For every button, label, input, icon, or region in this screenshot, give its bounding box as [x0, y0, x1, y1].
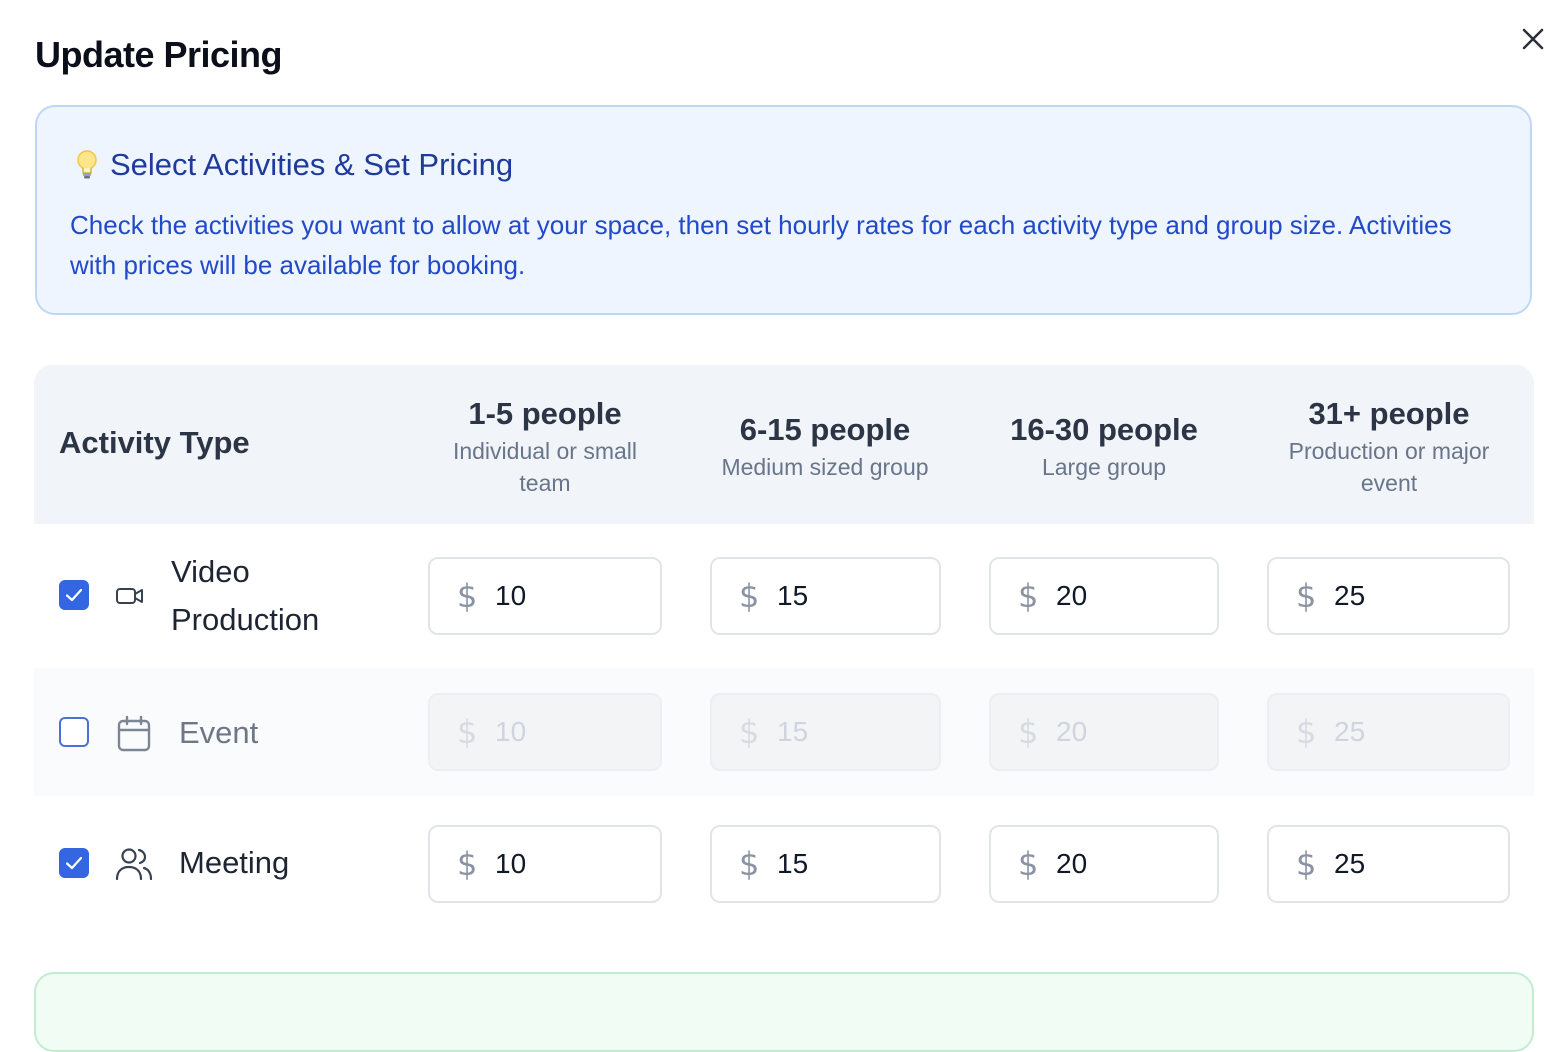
checkmark-icon: [65, 856, 83, 870]
info-callout-title: Select Activities & Set Pricing: [110, 147, 514, 182]
pricing-table: Activity Type 1-5 people Individual or s…: [34, 365, 1534, 926]
dollar-icon: $: [457, 713, 478, 751]
lightbulb-icon: [70, 148, 104, 182]
dialog-title: Update Pricing: [35, 34, 283, 75]
dollar-icon: $: [739, 713, 760, 751]
activity-label: Event: [179, 715, 259, 750]
price-value: 15: [777, 716, 809, 747]
column-header-label: 1-5 people: [468, 396, 622, 431]
price-value: 10: [495, 848, 527, 879]
activity-row-meeting: Meeting $ 10 $ 15 $ 20 $ 25: [34, 796, 1534, 926]
price-value: 25: [1334, 848, 1366, 879]
price-input-16-30[interactable]: $ 20: [989, 557, 1219, 635]
dollar-icon: $: [1018, 713, 1039, 751]
pricing-table-header: Activity Type 1-5 people Individual or s…: [34, 365, 1534, 524]
price-input-1-5[interactable]: $ 10: [428, 557, 662, 635]
activity-type-header: Activity Type: [59, 425, 250, 460]
column-header-31-plus: 31+ people Production or major event: [1268, 395, 1510, 499]
dollar-icon: $: [739, 845, 760, 883]
dollar-icon: $: [1296, 577, 1317, 615]
close-button[interactable]: [1514, 20, 1552, 58]
calendar-icon: [114, 714, 154, 754]
close-icon: [1522, 28, 1544, 50]
price-input-31-plus[interactable]: $ 25: [1267, 825, 1510, 903]
column-header-label: 6-15 people: [739, 412, 911, 447]
dollar-icon: $: [457, 845, 478, 883]
column-header-sub: Individual or small team: [452, 438, 638, 496]
price-input-16-30[interactable]: $ 20: [989, 693, 1219, 771]
price-value: 20: [1056, 580, 1088, 611]
dollar-icon: $: [739, 577, 760, 615]
price-input-16-30[interactable]: $ 20: [989, 825, 1219, 903]
column-header-16-30: 16-30 people Large group: [989, 411, 1219, 483]
video-camera-icon: [110, 576, 150, 616]
price-input-1-5[interactable]: $ 10: [428, 825, 662, 903]
price-value: 10: [495, 580, 527, 611]
event-checkbox[interactable]: [59, 717, 89, 747]
activity-label: Meeting: [179, 845, 290, 880]
column-header-sub: Medium sized group: [721, 454, 929, 480]
success-callout: [34, 972, 1534, 1052]
activity-row-event: Event $ 10 $ 15 $ 20 $ 25: [34, 668, 1534, 796]
video-production-checkbox[interactable]: [59, 580, 89, 610]
price-input-6-15[interactable]: $ 15: [710, 557, 941, 635]
price-value: 20: [1056, 716, 1088, 747]
update-pricing-dialog: Update Pricing Select Activities & Set P…: [0, 0, 1568, 1052]
meeting-checkbox[interactable]: [59, 848, 89, 878]
price-input-31-plus[interactable]: $ 25: [1267, 557, 1510, 635]
column-header-label: 16-30 people: [1010, 412, 1198, 447]
price-value: 25: [1334, 716, 1366, 747]
column-header-1-5: 1-5 people Individual or small team: [429, 395, 661, 499]
activity-row-video-production: Video Production $ 10 $ 15 $ 20 $ 25: [34, 524, 1534, 668]
users-icon: [114, 844, 154, 884]
price-input-6-15[interactable]: $ 15: [710, 825, 941, 903]
column-header-label: 31+ people: [1308, 396, 1470, 431]
info-callout-text: Check the activities you want to allow a…: [70, 210, 1452, 280]
column-header-sub: Large group: [1041, 454, 1167, 480]
dollar-icon: $: [1296, 845, 1317, 883]
column-header-sub: Production or major event: [1288, 438, 1490, 496]
info-callout-title-row: Select Activities & Set Pricing: [70, 147, 513, 183]
dollar-icon: $: [1018, 577, 1039, 615]
price-value: 10: [495, 716, 527, 747]
price-value: 15: [777, 580, 809, 611]
price-input-31-plus[interactable]: $ 25: [1267, 693, 1510, 771]
checkmark-icon: [65, 588, 83, 602]
price-value: 15: [777, 848, 809, 879]
price-value: 20: [1056, 848, 1088, 879]
column-header-6-15: 6-15 people Medium sized group: [710, 411, 940, 483]
dollar-icon: $: [1018, 845, 1039, 883]
price-input-6-15[interactable]: $ 15: [710, 693, 941, 771]
info-callout: Select Activities & Set Pricing Check th…: [35, 105, 1532, 315]
activity-label: Video Production: [171, 554, 320, 637]
price-value: 25: [1334, 580, 1366, 611]
price-input-1-5[interactable]: $ 10: [428, 693, 662, 771]
dollar-icon: $: [457, 577, 478, 615]
dollar-icon: $: [1296, 713, 1317, 751]
